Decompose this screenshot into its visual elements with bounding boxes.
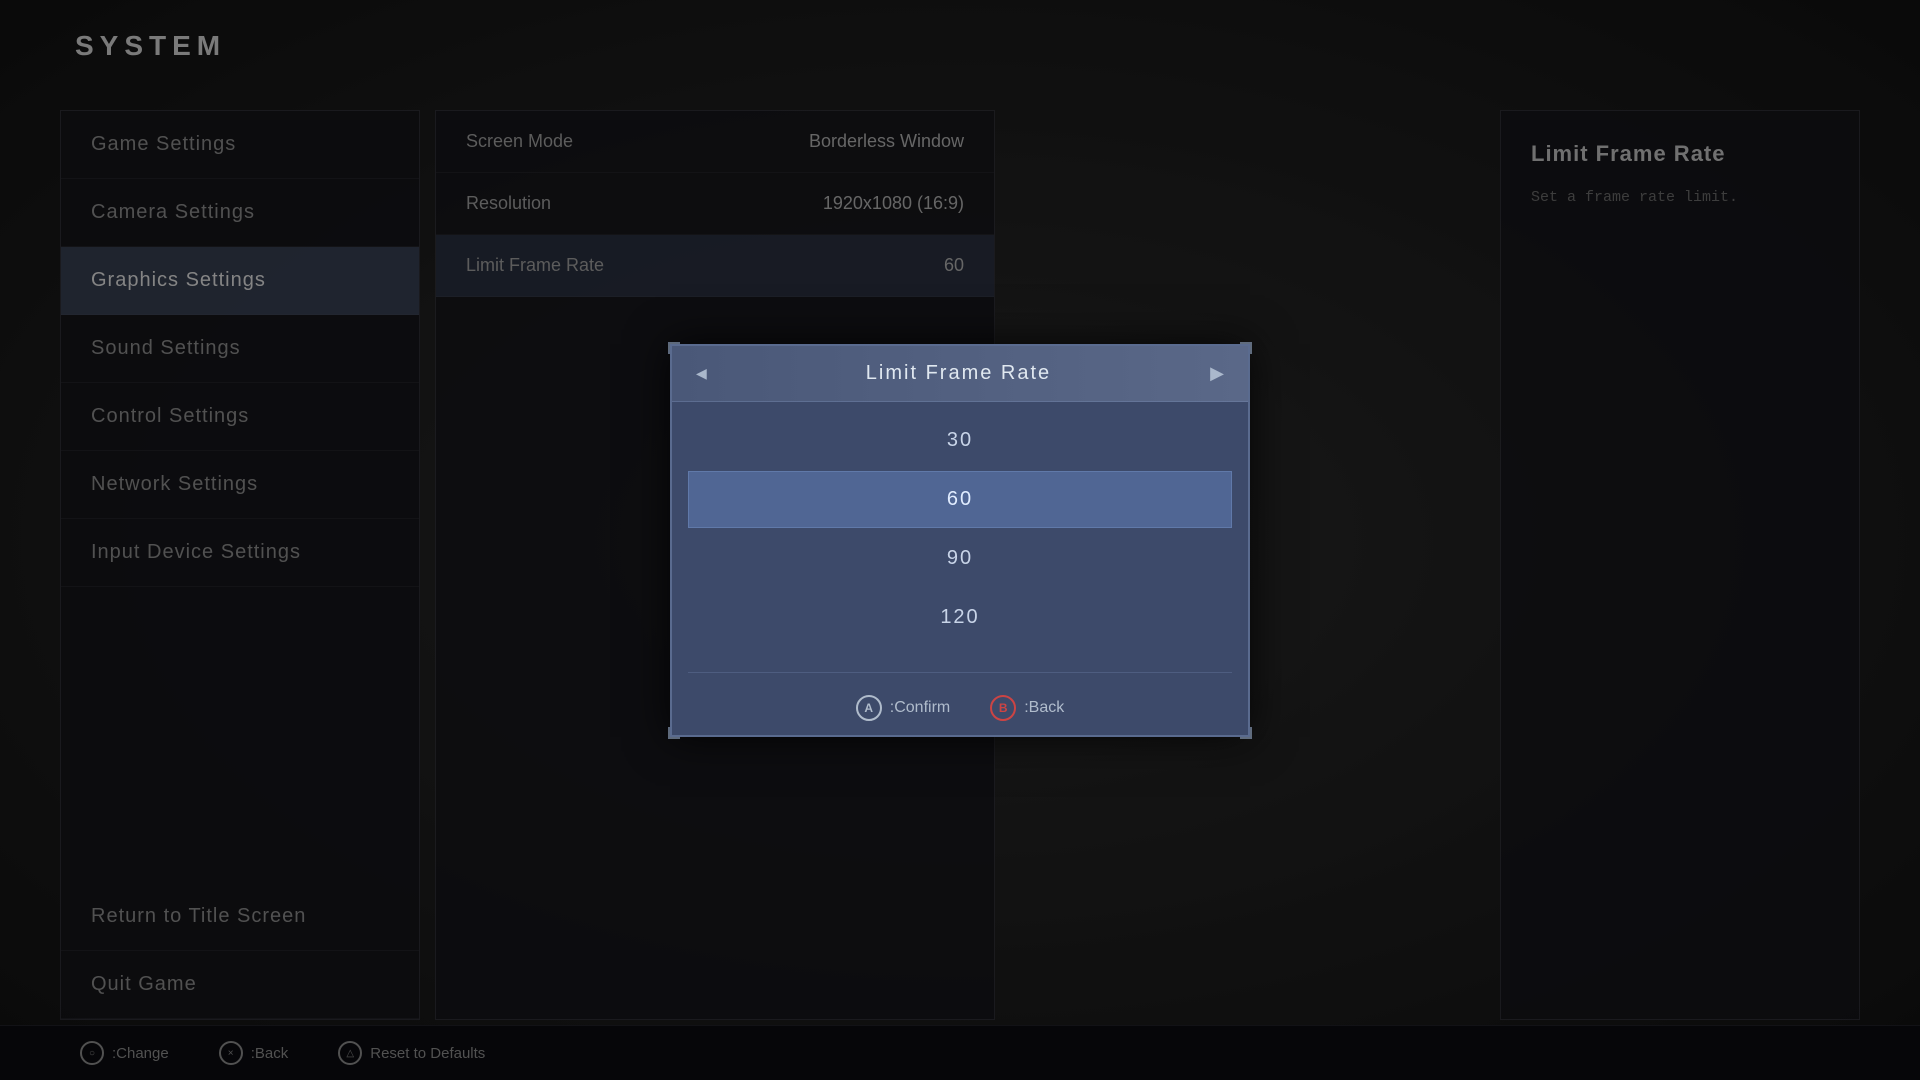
- a-button-icon: A: [856, 695, 882, 721]
- modal-overlay: ◀ Limit Frame Rate ▶ 30 60 90 120 A :Con…: [0, 0, 1920, 1080]
- confirm-button[interactable]: A :Confirm: [856, 695, 950, 721]
- limit-frame-rate-modal: ◀ Limit Frame Rate ▶ 30 60 90 120 A :Con…: [670, 344, 1250, 737]
- modal-arrow-left: ◀: [696, 365, 707, 382]
- option-90[interactable]: 90: [688, 530, 1232, 587]
- corner-bl: [668, 727, 680, 739]
- back-button[interactable]: B :Back: [990, 695, 1064, 721]
- modal-wrapper: ◀ Limit Frame Rate ▶ 30 60 90 120 A :Con…: [670, 344, 1250, 737]
- modal-options: 30 60 90 120: [672, 402, 1248, 664]
- confirm-label: :Confirm: [890, 699, 950, 717]
- modal-arrow-right: ▶: [1210, 363, 1224, 384]
- option-30[interactable]: 30: [688, 412, 1232, 469]
- option-60[interactable]: 60: [688, 471, 1232, 528]
- option-120[interactable]: 120: [688, 589, 1232, 646]
- corner-tr: [1240, 342, 1252, 354]
- modal-header: ◀ Limit Frame Rate ▶: [672, 346, 1248, 402]
- modal-title: Limit Frame Rate: [866, 362, 1051, 385]
- corner-br: [1240, 727, 1252, 739]
- back-label: :Back: [1024, 699, 1064, 717]
- corner-tl: [668, 342, 680, 354]
- modal-divider: [688, 672, 1232, 673]
- modal-footer: A :Confirm B :Back: [672, 681, 1248, 735]
- b-button-icon: B: [990, 695, 1016, 721]
